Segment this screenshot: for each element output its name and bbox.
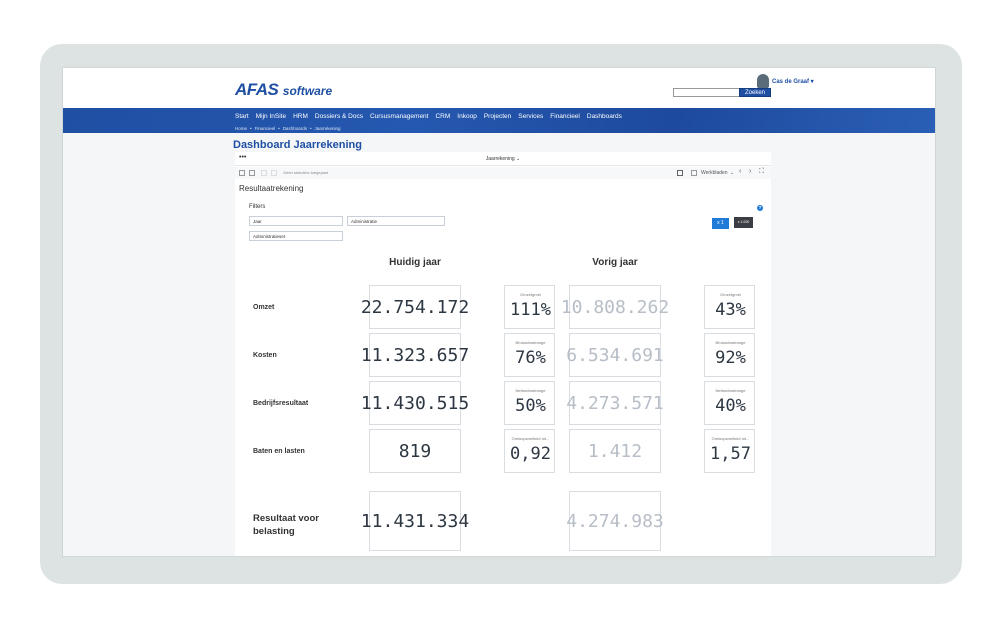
help-icon[interactable]: ? [757,205,763,211]
kpi-value: 43% [715,300,746,320]
current-value: 11.430.515 [361,381,469,425]
kpi-value: 50% [515,396,546,416]
sheet-tab-row: ••• Jaarrekening ⌄ [235,152,771,166]
breadcrumb: Home • Financieel • Dashboards • Jaarrek… [235,126,341,131]
nav-item-hrm[interactable]: HRM [293,113,308,120]
column-header-current: Huidig jaar [389,257,441,268]
breadcrumb-dashboards[interactable]: Dashboards [283,126,307,131]
filter-jaar[interactable]: Jaar [249,216,343,226]
select-icon[interactable] [249,170,255,176]
fullscreen-icon[interactable]: ⛶ [759,168,764,176]
result-previous-value: 4.274.983 [566,491,664,551]
current-value: 819 [369,429,461,473]
logo-sub: software [282,84,333,98]
breadcrumb-separator: • [309,126,312,131]
kpi-card: Omzetgroei 111% [504,285,555,329]
nav-item-services[interactable]: Services [518,113,543,120]
previous-value: 4.273.571 [566,381,664,425]
row-label: Kosten [253,352,277,359]
prev-sheet-icon[interactable]: ‹ [739,168,741,175]
row-label: Baten en lasten [253,448,305,455]
worksheets-button[interactable]: Werkbladen [701,170,728,176]
nav-item-dossiers[interactable]: Dossiers & Docs [315,113,363,120]
kpi-label: Omloopsnelheid tot... [711,436,750,441]
previous-value: 6.534.691 [566,333,664,377]
kpi-value: 76% [515,348,546,368]
kpi-label: Nettowinstmarge [515,388,546,393]
kpi-card: Nettowinstmarge 40% [704,381,755,425]
nav-item-projecten[interactable]: Projecten [484,113,511,120]
kpi-label: Nettowinstmarge [715,388,746,393]
user-name: Cas de Graaf ▾ [772,78,814,85]
kpi-value: 92% [715,348,746,368]
grid-icon[interactable] [677,170,683,176]
selection-status: Geen selecties toegepast [283,170,329,175]
current-value: 22.754.172 [361,285,469,329]
kpi-label: Omzetgroei [520,292,541,297]
kpi-label: Omzetgroei [720,292,741,297]
kpi-card: Omzetgroei 43% [704,285,755,329]
breadcrumb-home[interactable]: Home [235,126,247,131]
column-header-previous: Vorig jaar [592,257,638,268]
result-label: Resultaat voor belasting [253,513,319,537]
scale-x1000-button[interactable]: x 1.000 [734,217,753,228]
back-icon[interactable] [261,170,267,176]
nav-item-inkoop[interactable]: Inkoop [457,113,477,120]
user-menu[interactable]: Cas de Graaf ▾ [757,74,817,88]
result-current-value: 11.431.334 [361,491,469,551]
kpi-label: Brutowinstmarge [515,340,546,345]
toolbar: Geen selecties toegepast Werkbladen ⌄ ‹ … [235,167,771,179]
breadcrumb-jaarrekening[interactable]: Jaarrekening [315,126,341,131]
filter-administratieset[interactable]: Administratieset [249,231,343,241]
kpi-card: Brutowinstmarge 92% [704,333,755,377]
scale-x1-button[interactable]: x 1 [712,218,729,229]
nav-item-start[interactable]: Start [235,113,249,120]
kpi-label: Omloopsnelheid tot... [511,436,550,441]
sheet-selector[interactable]: Jaarrekening ⌄ [235,156,771,162]
avatar [757,74,769,88]
nav-item-financieel[interactable]: Financieel [550,113,580,120]
nav-item-dashboards[interactable]: Dashboards [587,113,622,120]
current-value: 11.323.657 [361,333,469,377]
dashboard-panel: ••• Jaarrekening ⌄ Geen selecties toegep… [235,152,771,556]
nav-item-cursusmanagement[interactable]: Cursusmanagement [370,113,429,120]
main-navbar [63,108,935,133]
nav-item-crm[interactable]: CRM [435,113,450,120]
section-title: Resultaatrekening [239,184,304,193]
nav-item-mijn-insite[interactable]: Mijn InSite [256,113,286,120]
breadcrumb-separator: • [250,126,252,131]
clear-icon[interactable] [271,170,277,176]
kpi-value: 0,92 [510,444,551,464]
top-bar: AFAS software Cas de Graaf ▾ Zoeken [63,68,935,108]
kpi-card: Omloopsnelheid tot... 1,57 [704,429,755,473]
kpi-label: Brutowinstmarge [715,340,746,345]
row-label: Omzet [253,304,275,311]
filter-administratie[interactable]: Administratie [347,216,445,226]
kpi-card: Nettowinstmarge 50% [504,381,555,425]
kpi-value: 1,57 [710,444,751,464]
zoom-icon[interactable] [239,170,245,176]
kpi-card: Omloopsnelheid tot... 0,92 [504,429,555,473]
afas-logo[interactable]: AFAS software [235,80,332,100]
kpi-card: Brutowinstmarge 76% [504,333,555,377]
row-label: Bedrijfsresultaat [253,400,309,407]
app-screen: AFAS software Cas de Graaf ▾ Zoeken Star… [62,67,936,557]
kpi-value: 40% [715,396,746,416]
logo-main: AFAS [235,80,279,99]
kpi-value: 111% [510,300,551,320]
page-title: Dashboard Jaarrekening [233,139,362,151]
filters-label: Filters [249,204,266,210]
sheets-icon[interactable] [691,170,697,176]
breadcrumb-separator: • [278,126,280,131]
next-sheet-icon[interactable]: › [749,168,751,175]
previous-value: 1.412 [569,429,661,473]
search-button[interactable]: Zoeken [739,88,771,97]
breadcrumb-financieel[interactable]: Financieel [255,126,276,131]
chevron-down-icon[interactable]: ⌄ [730,170,734,176]
main-menu: Start Mijn InSite HRM Dossiers & Docs Cu… [235,113,622,120]
previous-value: 10.808.262 [561,285,669,329]
